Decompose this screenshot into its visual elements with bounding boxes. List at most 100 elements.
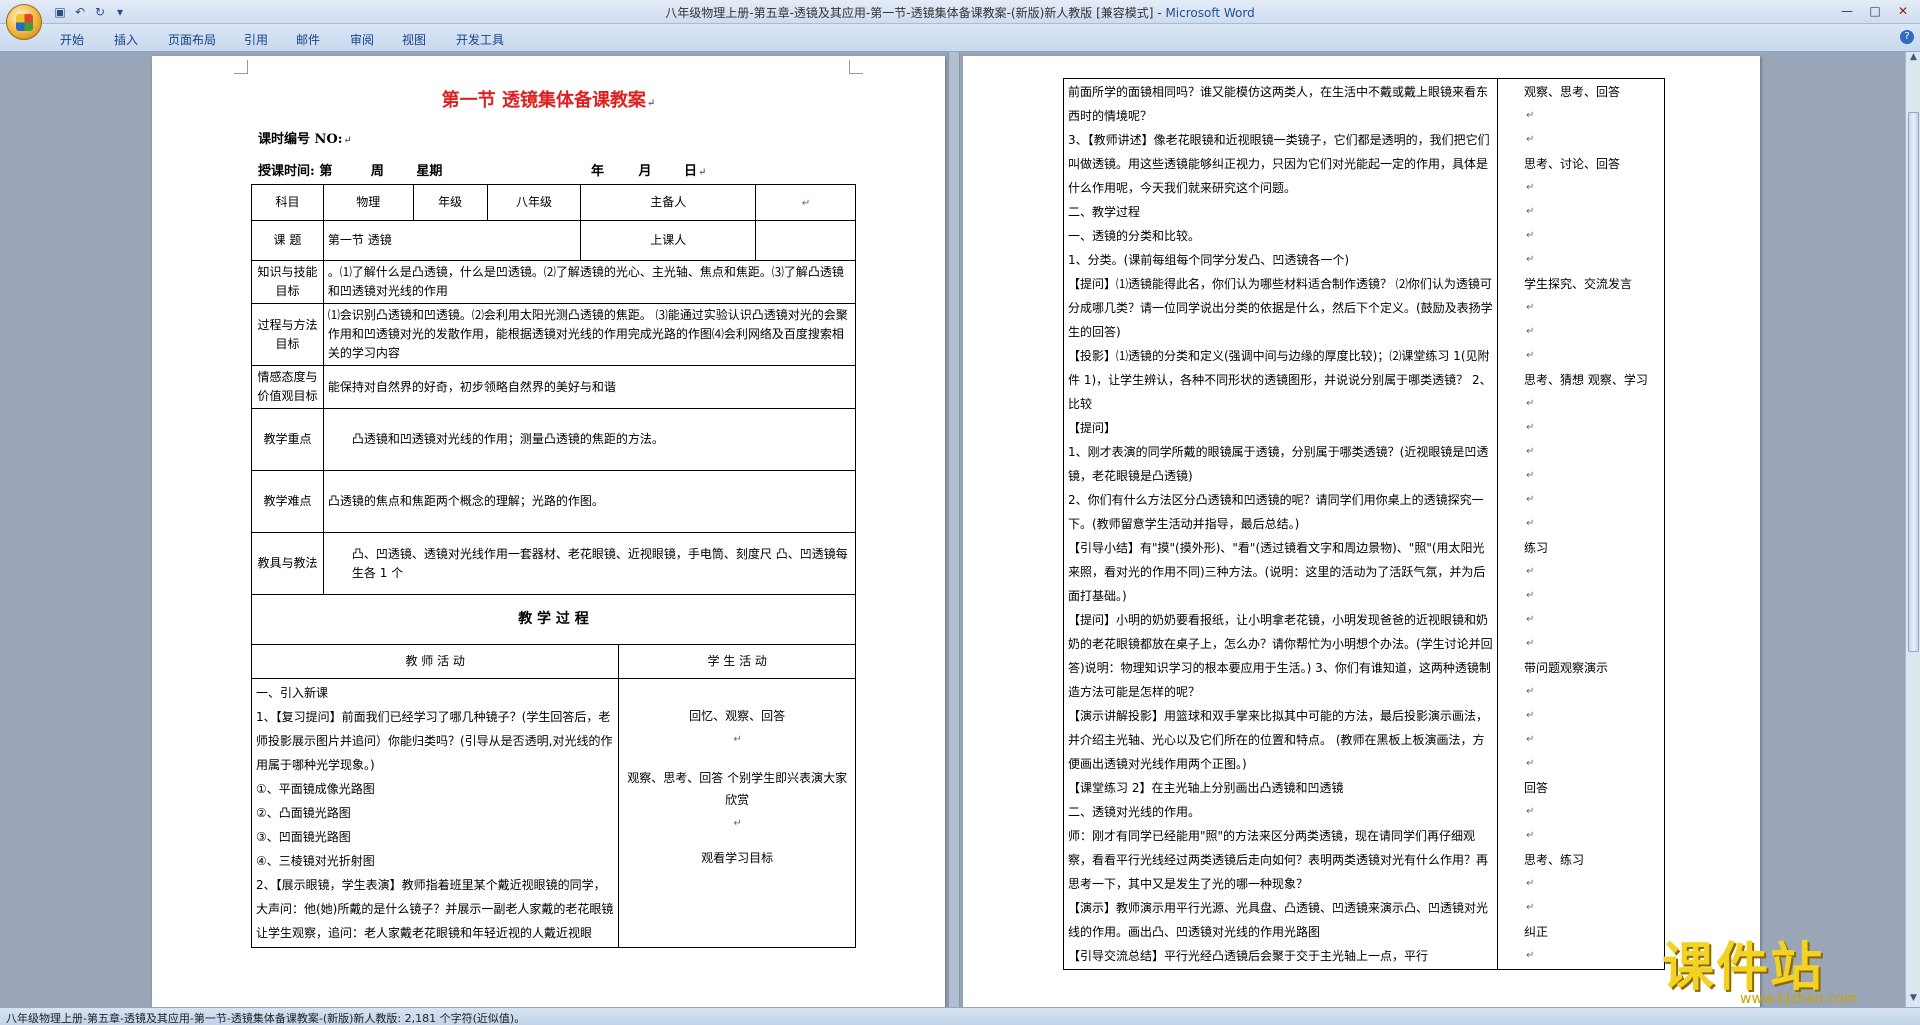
scroll-thumb[interactable] xyxy=(1908,112,1919,652)
teacher-line: ①、平面镜成像光路图 xyxy=(256,782,375,796)
teaching-time: 授课时间: 第 周 星期 年 月 日↵ xyxy=(258,164,707,179)
teacher-line: 二、透镜对光线的作用。 xyxy=(1068,805,1201,819)
grade-value: 八年级 xyxy=(486,184,582,221)
tab-view[interactable]: 视图 xyxy=(402,31,426,48)
window-controls: — □ ✕ xyxy=(1834,2,1916,20)
preparer-label: 主备人 xyxy=(580,184,757,221)
paragraph-mark: ↵ xyxy=(1526,206,1535,217)
teacher-line: 二、教学过程 xyxy=(1068,205,1141,219)
lesson-number: 课时编号 NO:↵ xyxy=(258,132,352,147)
vertical-scrollbar[interactable]: ▲ ▼ xyxy=(1905,52,1920,1007)
teacher-line: 一、透镜的分类和比较。 xyxy=(1068,229,1201,243)
student-line: 练习 xyxy=(1524,541,1549,555)
student-line: 观察、思考、回答 xyxy=(1524,85,1621,99)
ribbon-tab-bar: 开始 插入 页面布局 引用 邮件 审阅 视图 开发工具 xyxy=(0,24,1920,52)
crop-mark xyxy=(849,60,863,74)
student-line: 观看学习目标 xyxy=(701,851,774,865)
document-page-right[interactable]: 前面所学的面镜相同吗？谁又能模仿这两类人，在生活中不戴或戴上眼镜来看东西时的情境… xyxy=(963,56,1760,1007)
paragraph-mark: ↵ xyxy=(1526,302,1535,313)
paragraph-mark: ↵ xyxy=(1526,518,1535,529)
teacher-line: 【提问】 xyxy=(1068,421,1117,435)
row-text: 凸、凹透镜、透镜对光线作用一套器材、老花眼镜、近视眼镜，手电筒、刻度尺 凸、凹透… xyxy=(322,532,857,595)
teacher-line: 【提问】⑴透镜能得此名，你们认为哪些材料适合制作透镜？ ⑵你们认为透镜可分成哪几… xyxy=(1068,277,1493,339)
office-button[interactable] xyxy=(6,4,42,40)
teacher-line: 1、分类。(课前每组每个同学分发凸、凹透镜各一个) xyxy=(1068,253,1350,267)
paragraph-mark: ↵ xyxy=(1526,254,1535,265)
row-text: ⑴会识别凸透镜和凹透镜。⑵会利用太阳光测凸透镜的焦距。 ⑶能通过实验认识凸透镜对… xyxy=(322,303,857,366)
row-text: 能保持对自然界的好奇，初步领略自然界的美好与和谐 xyxy=(322,365,857,409)
topic-value: 第一节 透镜 xyxy=(322,220,582,261)
paragraph-mark: ↵ xyxy=(1526,230,1535,241)
paragraph-mark: ↵ xyxy=(1526,110,1535,121)
paragraph-mark: ↵ xyxy=(1526,590,1535,601)
subject-label: 科目 xyxy=(251,184,324,221)
tab-references[interactable]: 引用 xyxy=(244,31,268,48)
row-text: 凸透镜和凹透镜对光线的作用；测量凸透镜的焦距的方法。 xyxy=(322,408,857,471)
row-label: 教学重点 xyxy=(251,408,324,471)
tab-developer[interactable]: 开发工具 xyxy=(456,31,504,48)
help-icon[interactable]: ? xyxy=(1900,30,1914,44)
watermark-text: 课件站 xyxy=(1662,938,1825,998)
lesson-plan-table: 科目 物理 年级 八年级 主备人 ↵ 课 题 第一节 透镜 上课人 知识与技能目… xyxy=(250,184,857,948)
topic-label: 课 题 xyxy=(251,220,324,261)
student-activity-header: 学 生 活 动 xyxy=(618,644,856,679)
document-title: 八年级物理上册-第五章-透镜及其应用-第一节-透镜集体备课教案-(新版)新人教版… xyxy=(665,6,1154,20)
scroll-up-icon[interactable]: ▲ xyxy=(1906,52,1920,66)
student-line: 学生探究、交流发言 xyxy=(1524,277,1633,291)
row-text: 凸透镜的焦点和焦距两个概念的理解；光路的作图。 xyxy=(322,470,857,533)
teacher-activity-cell: 一、引入新课 1、【复习提问】前面我们已经学习了哪几种镜子？(学生回答后，老师投… xyxy=(250,678,620,948)
minimize-button[interactable]: — xyxy=(1834,2,1860,20)
teacher-line: 1、【复习提问】前面我们已经学习了哪几种镜子？(学生回答后，老师投影展示图片并追… xyxy=(256,710,613,772)
teacher-line: 一、引入新课 xyxy=(256,686,329,700)
paragraph-mark: ↵ xyxy=(1526,638,1535,649)
teacher-activity-header: 教 师 活 动 xyxy=(250,644,620,679)
row-label: 知识与技能目标 xyxy=(251,260,324,304)
student-line: 回答 xyxy=(1524,781,1549,795)
paragraph-mark: ↵ xyxy=(1526,950,1535,961)
title-bar: ▣ ↶ ↻ ▾ 八年级物理上册-第五章-透镜及其应用-第一节-透镜集体备课教案-… xyxy=(0,0,1920,40)
row-label: 情感态度与价值观目标 xyxy=(251,365,324,409)
paragraph-mark: ↵ xyxy=(1526,710,1535,721)
preparer-value: ↵ xyxy=(755,184,856,221)
paragraph-mark: ↵ xyxy=(1526,446,1535,457)
maximize-button[interactable]: □ xyxy=(1862,2,1888,20)
lecturer-label: 上课人 xyxy=(580,220,757,261)
paragraph-mark: ↵ xyxy=(1526,470,1535,481)
window-title: 八年级物理上册-第五章-透镜及其应用-第一节-透镜集体备课教案-(新版)新人教版… xyxy=(665,6,1255,20)
teacher-line: 师：刚才有同学已经能用"照"的方法来区分两类透镜，现在请同学们再仔细观察，看看平… xyxy=(1068,829,1489,891)
tab-review[interactable]: 审阅 xyxy=(350,31,374,48)
tab-mailings[interactable]: 邮件 xyxy=(296,31,320,48)
paragraph-mark: ↵ xyxy=(1526,182,1535,193)
crop-mark xyxy=(234,60,248,74)
watermark-url: www.kjzhan.com xyxy=(1740,991,1858,1007)
document-page-left[interactable]: 第一节 透镜集体备课教案↵ 课时编号 NO:↵ 授课时间: 第 周 星期 年 月… xyxy=(152,56,945,1007)
status-text: 八年级物理上册-第五章-透镜及其应用-第一节-透镜集体备课教案-(新版)新人教版… xyxy=(6,1012,526,1025)
paragraph-mark: ↵ xyxy=(1526,614,1535,625)
page-gap xyxy=(948,52,960,1007)
student-line: 纠正 xyxy=(1524,925,1549,939)
teacher-line: 前面所学的面镜相同吗？谁又能模仿这两类人，在生活中不戴或戴上眼镜来看东西时的情境… xyxy=(1068,85,1489,123)
student-line: 思考、讨论、回答 xyxy=(1524,157,1621,171)
tab-home[interactable]: 开始 xyxy=(60,31,84,48)
row-text: 。⑴了解什么是凸透镜，什么是凹透镜。⑵了解透镜的光心、主光轴、焦点和焦距。⑶了解… xyxy=(322,260,857,304)
process-header: 教 学 过 程 xyxy=(251,594,856,645)
status-bar: 八年级物理上册-第五章-透镜及其应用-第一节-透镜集体备课教案-(新版)新人教版… xyxy=(0,1007,1920,1025)
row-label: 教学难点 xyxy=(251,470,324,533)
teacher-line: 【提问】小明的奶奶要看报纸，让小明拿老花镜，小明发现爸爸的近视眼镜和奶奶的老花眼… xyxy=(1068,613,1493,699)
teacher-line: 【演示】教师演示用平行光源、光具盘、凸透镜、凹透镜来演示凸、凹透镜对光线的作用。… xyxy=(1068,901,1489,939)
student-line: 带问题观察演示 xyxy=(1524,661,1609,675)
tab-insert[interactable]: 插入 xyxy=(114,31,138,48)
tab-page-layout[interactable]: 页面布局 xyxy=(168,31,216,48)
teacher-line: 【演示讲解投影】用篮球和双手掌来比拟其中可能的方法，最后投影演示画法，并介绍主光… xyxy=(1068,709,1489,771)
app-name: Microsoft Word xyxy=(1165,6,1255,20)
student-line: 思考、猜想 观察、学习 xyxy=(1524,373,1648,387)
close-button[interactable]: ✕ xyxy=(1890,2,1916,20)
subject-value: 物理 xyxy=(322,184,414,221)
teacher-line: 【引导小结】有"摸"(摸外形)、"看"(透过镜看文字和周边景物)、"照"(用太阳… xyxy=(1068,541,1486,603)
teacher-line: 【投影】⑴透镜的分类和定义(强调中间与边缘的厚度比较)；⑵课堂练习 1(见附件 … xyxy=(1068,349,1492,411)
paragraph-mark: ↵ xyxy=(1526,806,1535,817)
paragraph-mark: ↵ xyxy=(1526,398,1535,409)
teacher-line: 2、【展示眼镜，学生表演】教师指着班里某个戴近视眼镜的同学，大声问：他(她)所戴… xyxy=(256,878,614,940)
paragraph-mark: ↵ xyxy=(1526,134,1535,145)
paragraph-mark: ↵ xyxy=(1526,326,1535,337)
